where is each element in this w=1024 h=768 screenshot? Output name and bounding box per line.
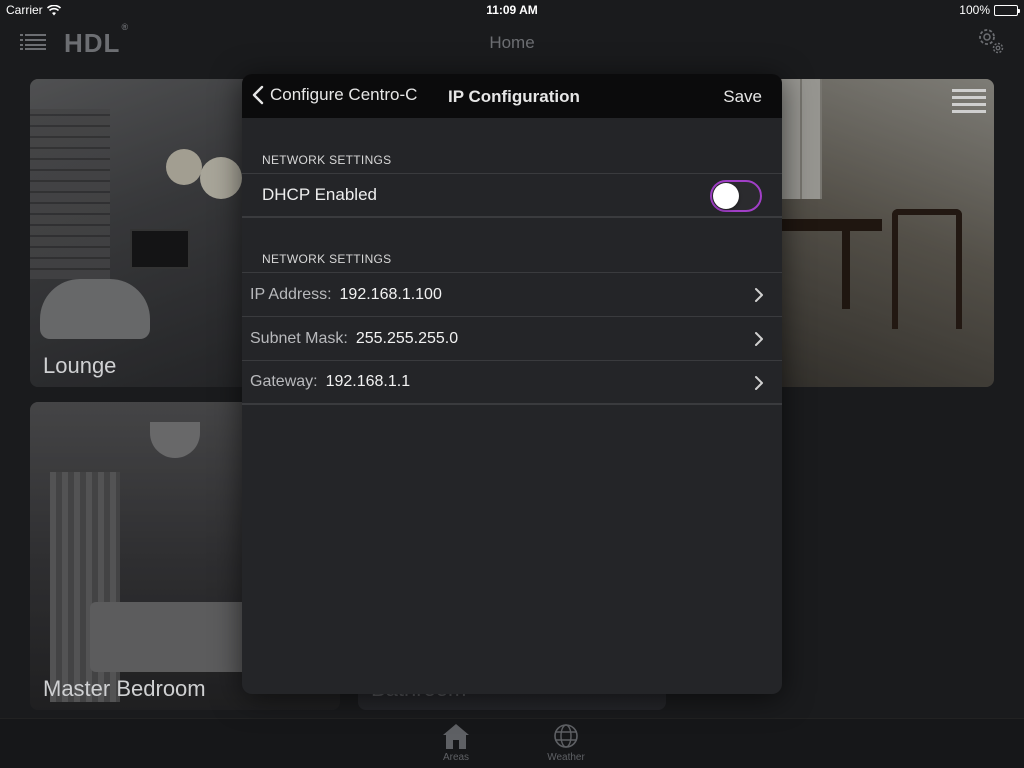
dhcp-label: DHCP Enabled: [262, 185, 377, 204]
chevron-left-icon: [252, 85, 264, 105]
modal-title: IP Configuration: [448, 87, 580, 106]
back-label: Configure Centro-C: [270, 85, 418, 104]
tab-weather[interactable]: Weather: [526, 722, 606, 763]
page-title: Home: [489, 33, 535, 52]
dhcp-toggle[interactable]: [710, 180, 762, 212]
gear-icon[interactable]: [976, 26, 1006, 56]
gateway-row[interactable]: Gateway: 192.168.1.1: [242, 360, 782, 404]
battery-percent: 100%: [959, 3, 990, 17]
subnet-mask-value: 255.255.255.0: [355, 329, 459, 347]
hamburger-icon[interactable]: [952, 87, 986, 113]
battery-icon: [994, 4, 1020, 16]
tab-bar: Areas Weather: [0, 718, 1024, 768]
tab-label: Areas: [442, 752, 470, 763]
section-header: NETWORK SETTINGS: [262, 252, 392, 266]
subnet-mask-row[interactable]: Subnet Mask: 255.255.255.0: [242, 316, 782, 360]
battery-indicator: 100%: [959, 3, 1020, 17]
chevron-right-icon: [755, 288, 763, 302]
gateway-value: 192.168.1.1: [325, 373, 411, 390]
tab-label: Weather: [547, 752, 585, 763]
back-button[interactable]: Configure Centro-C: [252, 85, 417, 105]
app-header: HDL® Home: [0, 20, 1024, 64]
area-label: Lounge: [43, 353, 117, 378]
gateway-label: Gateway:: [250, 373, 318, 390]
chevron-right-icon: [755, 376, 763, 390]
subnet-mask-label: Subnet Mask:: [250, 329, 348, 347]
modal-nav-bar: Configure Centro-C IP Configuration Save: [242, 74, 782, 118]
dhcp-group: DHCP Enabled: [242, 173, 782, 218]
ip-address-value: 192.168.1.100: [339, 285, 442, 303]
save-button[interactable]: Save: [723, 87, 762, 107]
section-header: NETWORK SETTINGS: [262, 153, 392, 167]
toggle-knob: [713, 183, 739, 209]
dhcp-row: DHCP Enabled: [242, 173, 782, 217]
status-time: 11:09 AM: [486, 3, 538, 17]
area-label: Master Bedroom: [43, 676, 206, 701]
ip-configuration-modal: Configure Centro-C IP Configuration Save…: [242, 74, 782, 694]
home-icon: [443, 724, 469, 749]
ip-address-label: IP Address:: [250, 285, 332, 303]
status-bar: Carrier 11:09 AM 100%: [0, 0, 1024, 20]
network-fields-group: IP Address: 192.168.1.100 Subnet Mask: 2…: [242, 272, 782, 405]
ip-address-row[interactable]: IP Address: 192.168.1.100: [242, 272, 782, 316]
globe-icon: [554, 724, 578, 748]
tab-areas[interactable]: Areas: [416, 722, 496, 763]
chevron-right-icon: [755, 332, 763, 346]
